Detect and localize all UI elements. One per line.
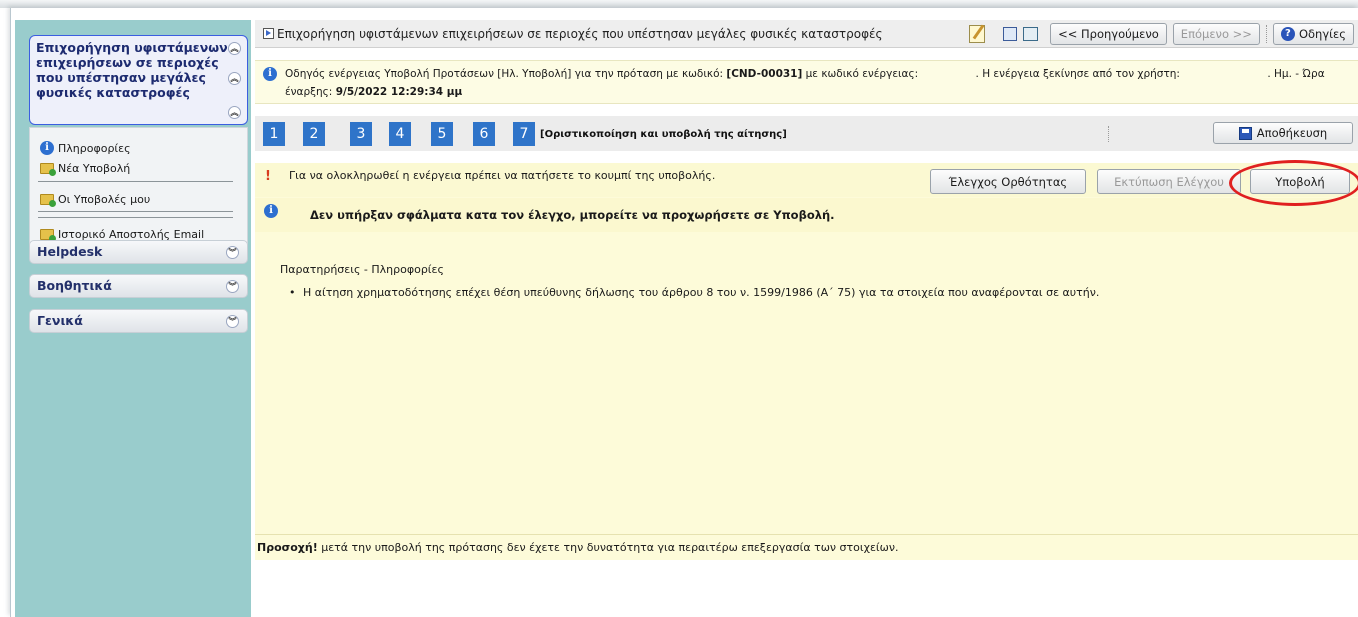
chevron-down-icon[interactable]: ︾: [226, 246, 239, 259]
sidebar-group-tools[interactable]: Βοηθητικά ︾: [29, 274, 248, 298]
sidebar-group-general[interactable]: Γενικά ︾: [29, 309, 248, 333]
save-disk-icon: [1238, 126, 1252, 140]
step-7[interactable]: 7: [513, 122, 535, 146]
validation-result-row: i Δεν υπήρξαν σφάλματα κατα τον έλεγχο, …: [255, 198, 1358, 232]
step-6[interactable]: 6: [473, 122, 495, 146]
info-icon: i: [264, 204, 278, 218]
image-icon[interactable]: [1023, 27, 1039, 41]
step-4[interactable]: 4: [389, 122, 411, 146]
window-top-edge: [0, 0, 1358, 8]
page-title-bar: Επιχορήγηση υφιστάμενων επιχειρήσεων σε …: [255, 20, 1358, 48]
sidebar-group-label: Γενικά: [37, 313, 83, 328]
help-button[interactable]: ? Οδηγίες: [1272, 23, 1354, 45]
info-text-part: με κωδικό ενέργειας:: [802, 68, 922, 80]
wizard-steps-bar: 1 2 3 4 5 6 7 [Οριστικοποίηση και υποβολ…: [255, 116, 1358, 151]
sidebar-item-new-submission[interactable]: Νέα Υποβολή: [40, 160, 130, 176]
validate-button[interactable]: Έλεγχος Ορθότητας: [930, 169, 1086, 194]
sidebar-item-label: Νέα Υποβολή: [58, 161, 131, 175]
sidebar-group-helpdesk[interactable]: Helpdesk ︾: [29, 240, 248, 264]
divider: [38, 217, 233, 218]
warning-text: Για να ολοκληρωθεί η ενέργεια πρέπει να …: [289, 169, 716, 182]
sidebar-header-program[interactable]: Επιχορήγηση υφιστάμενων επιχειρήσεων σε …: [29, 35, 248, 125]
help-button-label: Οδηγίες: [1298, 27, 1346, 41]
next-button[interactable]: Επόμενο >>: [1172, 23, 1260, 45]
info-text-part: . Η ενέργεια ξεκίνησε από τον χρήστη:: [975, 68, 1184, 80]
sidebar-header-line: Επιχορήγηση υφιστάμενων: [36, 40, 228, 55]
previous-button[interactable]: << Προηγούμενο: [1050, 23, 1167, 45]
sidebar-header-line: επιχειρήσεων σε περιοχές: [36, 55, 219, 70]
step-3[interactable]: 3: [350, 122, 372, 146]
start-label: έναρξης:: [285, 86, 336, 98]
info-text: Οδηγός ενέργειας Υποβολή Προτάσεων [Ηλ. …: [285, 65, 1345, 101]
sidebar-header-line: φυσικές καταστροφές: [36, 85, 190, 100]
save-button[interactable]: Αποθήκευση: [1213, 122, 1353, 144]
footer-warning-label: Προσοχή!: [257, 541, 318, 554]
chevron-down-icon[interactable]: ︾: [226, 315, 239, 328]
page-title: Επιχορήγηση υφιστάμενων επιχειρήσεων σε …: [277, 26, 883, 41]
step-1[interactable]: 1: [263, 122, 285, 146]
divider: [38, 211, 233, 212]
footer-warning: Προσοχή! μετά την υποβολή της πρότασης δ…: [255, 534, 1358, 560]
chevron-up-icon[interactable]: ︽: [228, 42, 241, 55]
warning-row: ! Για να ολοκληρωθεί η ενέργεια πρέπει ν…: [255, 163, 1358, 197]
edit-note-icon[interactable]: [969, 25, 986, 43]
chevron-up-icon[interactable]: ︽: [228, 106, 241, 119]
notes-title: Παρατηρήσεις - Πληροφορίες: [280, 263, 444, 276]
table-icon[interactable]: [1003, 27, 1018, 41]
chevron-up-icon[interactable]: ︽: [228, 72, 241, 85]
sidebar: Επιχορήγηση υφιστάμενων επιχειρήσεων σε …: [15, 20, 251, 617]
validation-message: Δεν υπήρξαν σφάλματα κατα τον έλεγχο, μπ…: [310, 208, 835, 222]
info-icon: i: [263, 67, 277, 81]
divider: [1108, 126, 1109, 142]
divider: [38, 181, 233, 182]
folder-add-icon: [40, 193, 56, 207]
proposal-code: [CND-00031]: [726, 68, 803, 80]
sidebar-item-label: Πληροφορίες: [58, 141, 131, 155]
sidebar-item-label: Ιστορικό Αποστολής Email: [58, 227, 205, 241]
sidebar-item-info[interactable]: i Πληροφορίες: [40, 140, 131, 156]
submit-button[interactable]: Υποβολή: [1250, 169, 1350, 194]
folder-add-icon: [40, 228, 56, 242]
play-icon: [263, 28, 274, 39]
help-icon: ?: [1280, 27, 1295, 41]
sidebar-group-label: Helpdesk: [37, 244, 103, 259]
sidebar-menu: i Πληροφορίες Νέα Υποβολή Οι Υποβολές μο…: [29, 127, 248, 249]
info-icon: i: [40, 141, 54, 155]
info-text-part: Οδηγός ενέργειας Υποβολή Προτάσεων [Ηλ. …: [285, 68, 727, 80]
footer-warning-text: μετά την υποβολή της πρότασης δεν έχετε …: [317, 541, 899, 554]
save-button-label: Αποθήκευση: [1256, 126, 1328, 140]
divider: [1265, 25, 1267, 43]
exclamation-icon: !: [265, 169, 271, 184]
step-5[interactable]: 5: [431, 122, 453, 146]
toolbar: << Προηγούμενο Επόμενο >> ? Οδηγίες: [969, 23, 1354, 45]
current-step-label: [Οριστικοποίηση και υποβολή της αίτησης]: [540, 129, 787, 140]
sidebar-item-my-submissions[interactable]: Οι Υποβολές μου: [40, 191, 150, 207]
chevron-down-icon[interactable]: ︾: [226, 280, 239, 293]
print-check-button[interactable]: Εκτύπωση Ελέγχου: [1097, 169, 1241, 194]
sidebar-item-label: Οι Υποβολές μου: [58, 192, 151, 206]
step-2[interactable]: 2: [303, 122, 325, 146]
info-text-part: . Ημ. - Ώρα: [1267, 68, 1325, 80]
start-datetime: 9/5/2022 12:29:34 μμ: [335, 86, 463, 98]
main-content: ! Για να ολοκληρωθεί η ενέργεια πρέπει ν…: [255, 163, 1358, 534]
folder-add-icon: [40, 162, 56, 176]
sidebar-group-label: Βοηθητικά: [37, 278, 112, 293]
info-bar: i Οδηγός ενέργειας Υποβολή Προτάσεων [Ηλ…: [255, 60, 1358, 104]
sidebar-header-line: που υπέστησαν μεγάλες: [36, 70, 206, 85]
notes-list-item: Η αίτηση χρηματοδότησης επέχει θέση υπεύ…: [289, 286, 1099, 299]
